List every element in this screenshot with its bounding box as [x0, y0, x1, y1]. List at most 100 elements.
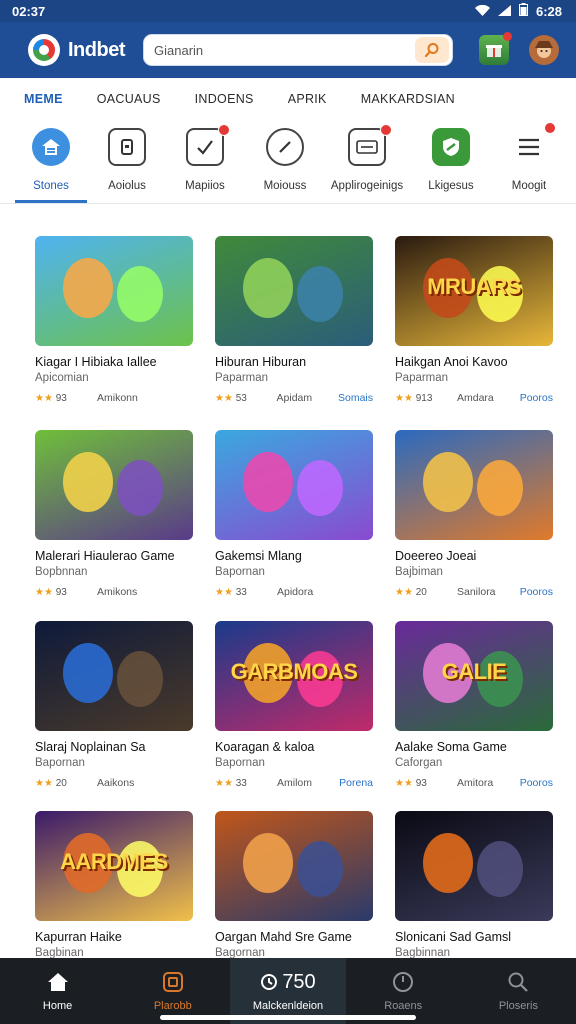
- game-card[interactable]: Slaraj Noplainan Sa Bapornan ★★ 20 Aaikons: [35, 621, 193, 789]
- category-moogit[interactable]: Moogit: [486, 122, 572, 192]
- category-label: Lkigesus: [428, 180, 474, 192]
- game-meta: ★★ 53 Apidam Somais: [215, 392, 373, 404]
- character-figure: [297, 266, 343, 322]
- game-meta: ★★ 20 Aaikons: [35, 777, 193, 789]
- rating-value: 20: [55, 777, 67, 789]
- category-lkigesus[interactable]: Lkigesus: [408, 128, 494, 192]
- gift-icon[interactable]: [479, 32, 512, 65]
- game-meta: ★★ 913 Amdara Pooros: [395, 392, 553, 404]
- character-figure: [117, 460, 163, 516]
- nav-counter: 750: [282, 970, 316, 993]
- game-card[interactable]: Gakemsi Mlang Bapornan ★★ 33 Apidora: [215, 430, 373, 598]
- game-card[interactable]: Doeereo Joeai Bajbiman ★★ 20 Sanilora Pooros: [395, 430, 553, 598]
- game-thumbnail[interactable]: GARBMOAS: [215, 621, 373, 731]
- category-label: Moiouss: [263, 180, 307, 192]
- nav-ploseris[interactable]: Ploseris: [461, 958, 576, 1024]
- game-thumbnail[interactable]: [395, 811, 553, 921]
- card-link[interactable]: Porena: [339, 777, 373, 789]
- game-title: Doeereo Joeai: [395, 549, 477, 563]
- search-icon: [506, 970, 530, 994]
- tab-indoens[interactable]: INDOENS: [195, 92, 254, 106]
- wifi-icon: [474, 4, 490, 19]
- rating-value: 53: [235, 392, 247, 404]
- game-meta: ★★ 93 Amikons: [35, 586, 193, 598]
- category-label: Aoiolus: [108, 180, 146, 192]
- game-thumbnail[interactable]: [35, 430, 193, 540]
- search-button[interactable]: [415, 37, 449, 63]
- nav-label: Roaens: [384, 1000, 423, 1012]
- search-input[interactable]: Gianarin: [154, 43, 203, 58]
- home-icon: [32, 128, 70, 166]
- game-meta: ★★ 93 Amikonn: [35, 392, 193, 404]
- game-meta: ★★ 20 Sanilora Pooros: [395, 586, 553, 598]
- game-title: Haikgan Anoi Kavoo: [395, 355, 508, 369]
- rating-value: 93: [55, 392, 67, 404]
- character-figure: [63, 452, 113, 512]
- game-card[interactable]: GARBMOAS Koaragan & kaloa Bapornan ★★ 33 Ami…: [215, 621, 373, 789]
- category-label: Applirogeinigs: [330, 180, 404, 192]
- tab-meme[interactable]: MEME: [24, 92, 63, 106]
- thumbnail-title: MRUARS: [427, 274, 521, 299]
- category-mapiios[interactable]: Mapiios: [162, 124, 248, 192]
- home-indicator[interactable]: [160, 1015, 416, 1020]
- game-card[interactable]: GALIE Aalake Soma Game Caforgan ★★ 93 Amitor…: [395, 621, 553, 789]
- rating-value: 33: [235, 777, 247, 789]
- game-card[interactable]: Malerari Hiaulerao Game Bopbnnan ★★ 93 Amik…: [35, 430, 193, 598]
- timer-icon: [391, 970, 415, 994]
- game-thumbnail[interactable]: [395, 430, 553, 540]
- app-logo-icon[interactable]: [28, 34, 60, 66]
- tab-aprik[interactable]: APRIK: [288, 92, 327, 106]
- game-card[interactable]: Hiburan Hiburan Paparman ★★ 53 Apidam Somais: [215, 236, 373, 404]
- download-count: Amdara: [457, 392, 494, 404]
- download-count: Apidora: [277, 586, 314, 598]
- character-figure: [63, 643, 113, 703]
- rating: ★★ 913: [395, 392, 433, 404]
- download-count: Apidam: [276, 392, 313, 404]
- status-time: 02:37: [12, 3, 46, 19]
- slash-circle-icon: [266, 128, 304, 166]
- game-meta: ★★ 33 Amilom Porena: [215, 777, 373, 789]
- rating-value: 33: [235, 586, 247, 598]
- game-title: Aalake Soma Game: [395, 740, 507, 754]
- rating: ★★ 33: [215, 777, 247, 789]
- category-moiouss[interactable]: Moiouss: [242, 128, 328, 192]
- game-subtitle: Bapornan: [215, 566, 265, 578]
- game-subtitle: Apicomian: [35, 372, 89, 384]
- thumbnail-title: GARBMOAS: [230, 659, 358, 684]
- game-title: Kiagar I Hibiaka Iallee: [35, 355, 157, 369]
- game-title: Slonicani Sad Gamsl: [395, 930, 512, 944]
- game-subtitle: Paparman: [395, 372, 449, 384]
- rating: ★★ 53: [215, 392, 247, 404]
- nav-home[interactable]: Home: [0, 958, 115, 1024]
- game-thumbnail[interactable]: AARDMES: [35, 811, 193, 921]
- status-icons: 6:28: [474, 3, 562, 19]
- category-stones[interactable]: Stones: [8, 128, 94, 192]
- category-aoiolus[interactable]: Aoiolus: [84, 128, 170, 192]
- game-card[interactable]: Kiagar I Hibiaka Iallee Apicomian ★★ 93 Ami…: [35, 236, 193, 404]
- profile-avatar[interactable]: [529, 35, 559, 65]
- game-thumbnail[interactable]: [215, 430, 373, 540]
- card-link[interactable]: Pooros: [520, 392, 553, 404]
- card-link[interactable]: Pooros: [520, 777, 553, 789]
- rating: ★★ 93: [395, 777, 427, 789]
- brand-name: Indbet: [68, 38, 126, 61]
- game-thumbnail[interactable]: [215, 236, 373, 346]
- game-thumbnail[interactable]: [215, 811, 373, 921]
- game-thumbnail[interactable]: [35, 621, 193, 731]
- game-title: Hiburan Hiburan: [215, 355, 307, 369]
- game-card[interactable]: AARDMES Kapurran Haike Bagbinan: [35, 811, 193, 959]
- tab-oacuaus[interactable]: OACUAUS: [97, 92, 161, 106]
- game-card[interactable]: MRUARS Haikgan Anoi Kavoo Paparman ★★ 913 Am…: [395, 236, 553, 404]
- game-thumbnail[interactable]: GALIE: [395, 621, 553, 731]
- search-bar[interactable]: Gianarin: [143, 34, 453, 66]
- card-link[interactable]: Somais: [338, 392, 373, 404]
- game-title: Slaraj Noplainan Sa: [35, 740, 146, 754]
- game-card[interactable]: Oargan Mahd Sre Game Bagornan: [215, 811, 373, 959]
- category-applirogeinigs[interactable]: Applirogeinigs: [324, 124, 410, 192]
- clock-icon: 750: [260, 970, 316, 994]
- tab-makkardsian[interactable]: MAKKARDSIAN: [361, 92, 455, 106]
- game-thumbnail[interactable]: MRUARS: [395, 236, 553, 346]
- game-card[interactable]: Slonicani Sad Gamsl Bagbinnan: [395, 811, 553, 959]
- game-thumbnail[interactable]: [35, 236, 193, 346]
- card-link[interactable]: Pooros: [520, 586, 553, 598]
